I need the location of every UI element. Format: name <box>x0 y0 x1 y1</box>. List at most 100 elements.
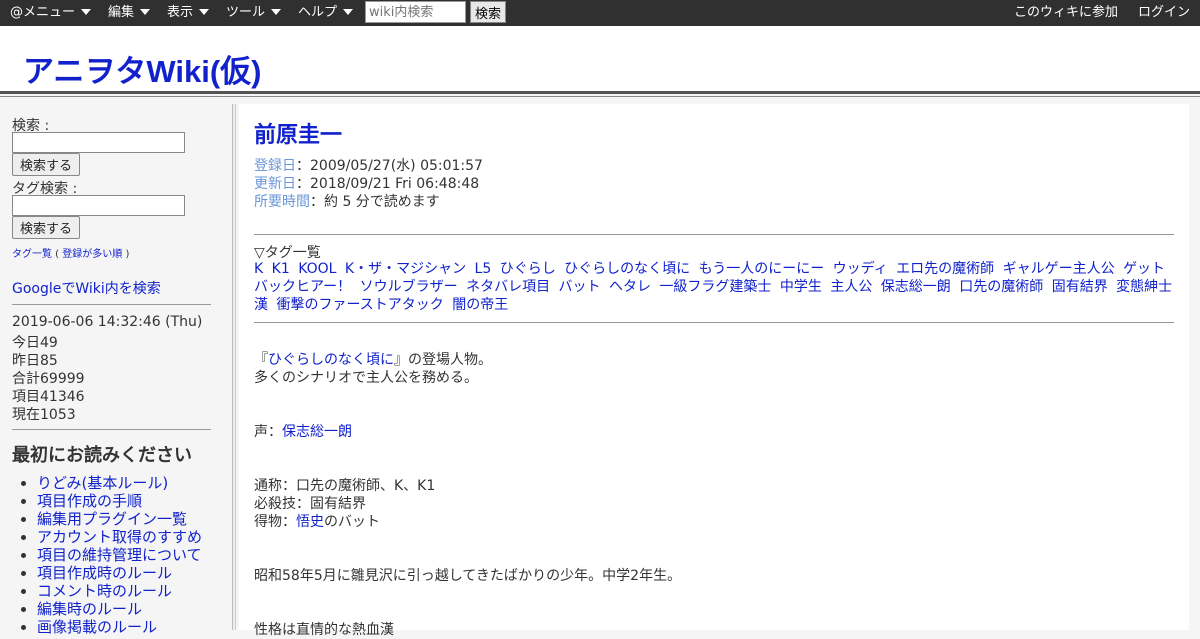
menu-label: 編集 <box>108 5 135 20</box>
registered-value: ：2009/05/27(水) 05:01:57 <box>296 158 483 174</box>
site-title-link[interactable]: アニヲタWiki(仮) <box>23 46 261 91</box>
tag-link[interactable]: L5 <box>475 261 492 277</box>
counter-total: 合計69999 <box>12 371 85 387</box>
menu-label: 表示 <box>167 5 194 20</box>
weapon-suffix: のバット <box>324 514 380 530</box>
counter-yesterday: 昨日85 <box>12 353 58 369</box>
registered-label: 登録日 <box>254 158 296 174</box>
menu-edit[interactable]: 編集 <box>108 0 151 26</box>
tag-link[interactable]: K <box>254 261 263 277</box>
tag-link[interactable]: ウッディ <box>833 261 888 277</box>
tag-link[interactable]: 保志総一朗 <box>881 279 951 295</box>
google-search-link[interactable]: GoogleでWiki内を検索 <box>12 278 161 298</box>
counter-today: 今日49 <box>12 335 58 351</box>
tag-link[interactable]: 主人公 <box>830 279 872 295</box>
intro-open-bracket: 『 <box>254 352 268 368</box>
sidebar-divider <box>12 429 211 430</box>
tag-list: K K1 KOOL K・ザ・マジシャン L5 ひぐらし ひぐらしのなく頃に もう… <box>254 260 1179 314</box>
special-move-line: 必殺技：固有結界 <box>254 496 366 512</box>
tag-list-link[interactable]: タグ一覧 <box>12 249 52 260</box>
tag-link[interactable]: エロ先の魔術師 <box>896 261 994 277</box>
satoshi-link[interactable]: 悟史 <box>296 514 324 530</box>
list-item: 画像掲載のルール <box>37 618 227 636</box>
intro-line: 『ひぐらしのなく頃に』の登場人物。 <box>254 349 492 369</box>
story-line: 昭和58年5月に雛見沢に引っ越してきたばかりの少年。中学2年生。 <box>254 568 682 584</box>
sidebar-link[interactable]: 項目の維持管理について <box>37 546 202 564</box>
sidebar-tag-search-button[interactable]: 検索する <box>12 216 80 239</box>
menu-atmenu[interactable]: @メニュー <box>10 0 92 26</box>
updated-label: 更新日 <box>254 176 296 192</box>
updated-value: ：2018/09/21 Fri 06:48:48 <box>296 176 480 192</box>
sidebar-link[interactable]: 項目作成時のルール <box>37 564 172 582</box>
login-link[interactable]: ログイン <box>1138 0 1190 26</box>
join-wiki-link[interactable]: このウィキに参加 <box>1014 0 1118 26</box>
tag-link[interactable]: ひぐらし <box>500 261 556 277</box>
tag-link[interactable]: ソウルブラザー <box>360 279 458 295</box>
read-time: 所要時間：約 5 分で読めます <box>254 191 440 211</box>
voice-actor-link[interactable]: 保志総一朗 <box>282 424 352 440</box>
tag-link[interactable]: K1 <box>272 261 290 277</box>
tag-popular-link[interactable]: 登録が多い順 <box>62 249 122 260</box>
sidebar-link[interactable]: コメント時のルール <box>37 582 172 600</box>
menu-label: @メニュー <box>10 5 76 20</box>
tag-link[interactable]: ネタバレ項目 <box>466 279 550 295</box>
tag-link[interactable]: KOOL <box>298 261 336 277</box>
sidebar-heading: 最初にお読みください <box>12 445 192 466</box>
readtime-value: ：約 5 分で読めます <box>310 194 440 210</box>
weapon-line: 得物：悟史のバット <box>254 511 380 531</box>
counter-datetime: 2019-06-06 14:32:46 (Thu) <box>12 314 203 330</box>
caret-down-icon <box>81 8 92 15</box>
wiki-search-button[interactable]: 検索 <box>470 1 506 23</box>
caret-down-icon <box>199 8 210 15</box>
tag-link[interactable]: K・ザ・マジシャン <box>345 261 466 277</box>
caret-down-icon <box>140 8 151 15</box>
sidebar-link[interactable]: アカウント取得のすすめ <box>37 528 202 546</box>
caret-down-icon <box>271 8 282 15</box>
column-divider <box>232 104 236 630</box>
counter-now: 現在1053 <box>12 407 76 423</box>
tag-link[interactable]: 衝撃のファーストアタック <box>276 297 443 313</box>
wiki-search-input[interactable] <box>365 1 466 23</box>
top-menu-bar: @メニュー 編集 表示 ツール ヘルプ 検索 このウィキに参加 ログイン <box>0 0 1200 26</box>
tag-link[interactable]: ギャルゲー主人公 <box>1003 261 1115 277</box>
sidebar-link[interactable]: 編集時のルール <box>37 600 142 618</box>
sidebar-link[interactable]: りどみ(基本ルール) <box>37 474 168 492</box>
sidebar-tag-search-input[interactable] <box>12 195 185 216</box>
tags-heading: ▽タグ一覧 <box>254 245 321 261</box>
tag-link[interactable]: 口先の魔術師 <box>959 279 1043 295</box>
menu-view[interactable]: 表示 <box>167 0 210 26</box>
voice-label: 声： <box>254 424 282 440</box>
list-item: コメント時のルール <box>37 582 227 600</box>
sidebar-rules-list: りどみ(基本ルール) 項目作成の手順 編集用プラグイン一覧 アカウント取得のすす… <box>12 474 227 636</box>
tag-link[interactable]: 変態紳士 <box>1116 279 1172 295</box>
personality-line: 性格は直情的な熱血漢 <box>254 622 394 638</box>
article-content: 前原圭一 登録日：2009/05/27(水) 05:01:57 更新日：2018… <box>239 104 1189 638</box>
tag-link[interactable]: 固有結界 <box>1052 279 1108 295</box>
tag-link[interactable]: ヘタレ <box>609 279 651 295</box>
list-item: 編集時のルール <box>37 600 227 618</box>
sidebar-divider <box>12 304 211 305</box>
tag-link[interactable]: 一級フラグ建築士 <box>659 279 771 295</box>
intro-line-2: 多くのシナリオで主人公を務める。 <box>254 370 478 386</box>
tag-link[interactable]: もう一人のにーにー <box>699 261 825 277</box>
tag-link[interactable]: 闇の帝王 <box>452 297 508 313</box>
readtime-label: 所要時間 <box>254 194 310 210</box>
sidebar-link[interactable]: 画像掲載のルール <box>37 618 157 636</box>
tag-link[interactable]: 中学生 <box>780 279 822 295</box>
list-item: 編集用プラグイン一覧 <box>37 510 227 528</box>
registered-date: 登録日：2009/05/27(水) 05:01:57 <box>254 155 483 175</box>
sidebar-link[interactable]: 項目作成の手順 <box>37 492 142 510</box>
menu-tools[interactable]: ツール <box>226 0 282 26</box>
tag-list-links: タグ一覧 ( 登録が多い順 ) <box>12 249 130 260</box>
menu-help[interactable]: ヘルプ <box>298 0 354 26</box>
series-link[interactable]: ひぐらしのなく頃に <box>268 352 394 368</box>
alias-line: 通称：口先の魔術師、K、K1 <box>254 478 436 494</box>
tag-link[interactable]: 漢 <box>254 297 268 313</box>
counter-items: 項目41346 <box>12 389 85 405</box>
sidebar-search-input[interactable] <box>12 132 185 153</box>
sidebar-search-button[interactable]: 検索する <box>12 153 80 176</box>
tag-link[interactable]: ひぐらしのなく頃に <box>564 261 690 277</box>
tag-link[interactable]: バット <box>559 279 601 295</box>
list-item: 項目の維持管理について <box>37 546 227 564</box>
sidebar-link[interactable]: 編集用プラグイン一覧 <box>37 510 187 528</box>
